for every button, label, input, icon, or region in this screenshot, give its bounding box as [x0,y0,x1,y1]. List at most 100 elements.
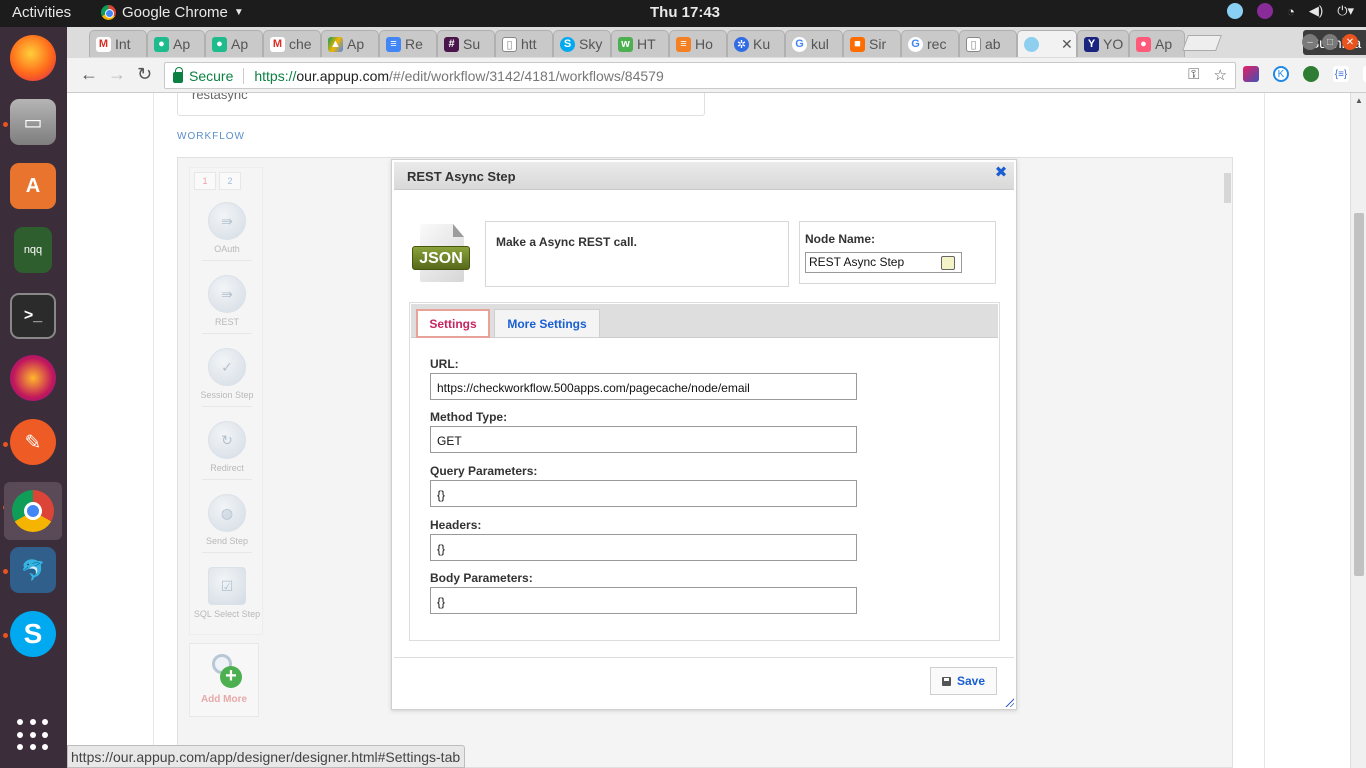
close-window-icon[interactable]: ✕ [1342,34,1358,50]
app-menu[interactable]: Google Chrome ▼ [101,4,244,21]
nqq-icon[interactable]: nqq [14,227,52,273]
lock-icon [173,66,183,83]
palette-item-oauth[interactable]: ⇛ OAuth [190,202,264,261]
tab-settings[interactable]: Settings [416,309,490,338]
show-apps-icon[interactable] [17,719,49,751]
json-icon: JSON [412,224,472,286]
back-icon[interactable]: ← [80,64,98,85]
palette-tab-2[interactable]: 2 [219,172,241,190]
volume-icon[interactable]: ◀) [1309,3,1323,19]
browser-tab[interactable]: # Su [437,30,495,57]
scroll-up-icon[interactable]: ▲ [1355,96,1363,105]
node-name-input[interactable]: REST Async Step [805,252,962,273]
palette-item-session-step[interactable]: ✓ Session Step [190,348,264,407]
resize-handle[interactable] [1004,697,1014,707]
palette-item-sql-select-step[interactable]: ☑ SQL Select Step [190,567,264,619]
gmail-icon: M [96,36,111,52]
wifi-icon[interactable]: ◔ [1287,4,1295,19]
body-parameters-input[interactable]: {} [430,587,857,614]
close-icon[interactable]: ✕ [1061,36,1073,53]
node-name-panel: Node Name: REST Async Step [799,221,996,284]
minimize-icon[interactable]: – [1302,34,1318,50]
browser-tab[interactable]: ▯ htt [495,30,553,57]
browser-tab[interactable]: ● Ap [205,30,263,57]
maximize-icon[interactable]: □ [1322,34,1338,50]
browser-tab[interactable]: M Int [89,30,147,57]
browser-tab[interactable]: ▲ Ap [321,30,379,57]
section-label: WORKFLOW [177,131,245,142]
close-icon[interactable]: ✖ [994,165,1008,180]
url-host: our.appup.com [296,67,390,84]
session-icon: ✓ [208,348,246,386]
reload-icon[interactable]: ↻ [137,64,152,85]
clock[interactable]: Thu 17:43 [650,4,720,21]
browser-tab[interactable]: Y YO [1077,30,1129,57]
palette-tab-1[interactable]: 1 [194,172,216,190]
add-more-button[interactable]: + Add More [189,643,259,717]
url-path: /#/edit/workflow/3142/4181/workflows/845… [389,67,664,84]
browser-tab[interactable]: ≡ Ho [669,30,727,57]
dialog-title-bar[interactable]: REST Async Step [394,162,1014,190]
query-parameters-label: Query Parameters: [430,464,538,478]
browser-tab[interactable]: w HT [611,30,669,57]
browser-tab[interactable]: ✲ Ku [727,30,785,57]
box-icon: ■ [850,36,865,52]
system-tray[interactable]: ◔ ◀) ⏻▾ [1227,3,1354,19]
url-input[interactable]: https://checkworkflow.500apps.com/pageca… [430,373,857,400]
mysql-workbench-icon[interactable]: 🐬 [10,547,56,593]
files-icon[interactable]: ▭ [10,99,56,145]
body-parameters-field-group: Body Parameters: {} [430,571,857,614]
url-label: URL: [430,357,459,371]
gmail-icon: M [270,36,285,52]
palette-item-rest[interactable]: ⇛ REST [190,275,264,334]
page-scrollbar[interactable]: ▲ [1350,93,1366,768]
browser-tab[interactable]: Grec [901,30,959,57]
browser-tab[interactable]: ▯ ab [959,30,1017,57]
save-button[interactable]: Save [930,667,997,695]
extension-icon[interactable]: K [1273,66,1289,82]
browser-tab[interactable]: ■ Sir [843,30,901,57]
extension-icon[interactable] [1303,66,1319,82]
bookmark-star-icon[interactable]: ☆ [1214,66,1227,84]
skype-icon[interactable]: S [10,611,56,657]
headers-input[interactable]: {} [430,534,857,561]
browser-tab-active[interactable]: ✕ [1017,30,1077,57]
new-tab-button[interactable] [1182,35,1222,51]
browser-tab[interactable]: ≡ Re [379,30,437,57]
edit-icon[interactable] [941,256,955,270]
sql-select-icon: ☑ [208,567,246,605]
browser-tab[interactable]: S Sky [553,30,611,57]
extension-icon[interactable]: {≡} [1333,66,1349,82]
cloud-icon [1024,36,1039,52]
skype-tray-icon[interactable] [1227,3,1243,19]
forward-icon[interactable]: → [108,64,126,85]
flame-icon[interactable] [10,355,56,401]
query-parameters-input[interactable]: {} [430,480,857,507]
browser-tab[interactable]: Mche [263,30,321,57]
browser-tab[interactable]: Gkul [785,30,843,57]
headers-label: Headers: [430,518,482,532]
browser-tab[interactable]: ● Ap [1129,30,1185,57]
method-type-input[interactable]: GET [430,426,857,453]
flame-tray-icon[interactable] [1257,3,1273,19]
status-bubble: https://our.appup.com/app/designer/desig… [67,745,466,768]
canvas-scrollbar[interactable] [1221,159,1233,768]
power-icon[interactable]: ⏻▾ [1337,3,1354,19]
firefox-icon[interactable] [10,35,56,81]
workflow-name-field[interactable]: restasync [177,93,705,116]
chrome-icon[interactable] [4,482,62,540]
appup-icon: ● [154,36,169,52]
address-bar[interactable]: Secure https://our.appup.com/#/edit/work… [164,62,1236,89]
security-indicator[interactable]: Secure [173,66,233,84]
key-icon[interactable]: ⚿ [1188,66,1199,84]
software-center-icon[interactable]: A [10,163,56,209]
activities-button[interactable]: Activities [12,4,71,21]
palette-item-redirect[interactable]: ↻ Redirect [190,421,264,480]
postman-icon[interactable]: ✎ [10,419,56,465]
terminal-icon[interactable]: >_ [10,293,56,339]
browser-tab[interactable]: ● Ap [147,30,205,57]
palette-item-send-step[interactable]: ◍ Send Step [190,494,264,553]
scrollbar-thumb[interactable] [1354,213,1364,576]
extension-icon[interactable] [1243,66,1259,82]
tab-more-settings[interactable]: More Settings [494,309,600,338]
